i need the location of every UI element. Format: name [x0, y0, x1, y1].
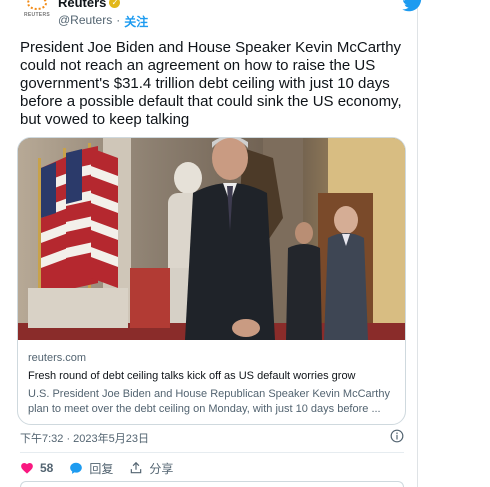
share-button[interactable]: 分享: [129, 460, 173, 477]
follow-button[interactable]: 关注: [124, 13, 148, 30]
bottom-panel-edge: [20, 481, 404, 487]
tweet-actions: 58 回复 分享: [20, 459, 189, 477]
tweet-header: REUTERS Reuters ✓ @Reuters · 关注: [20, 0, 422, 32]
link-preview-card[interactable]: reuters.com Fresh round of debt ceiling …: [17, 137, 406, 425]
tweet-timestamp[interactable]: 下午7:32 · 2023年5月23日: [20, 433, 149, 445]
link-description: U.S. President Joe Biden and House Repub…: [28, 388, 390, 415]
name-row: Reuters ✓: [58, 0, 121, 10]
handle-row: @Reuters · 关注: [58, 13, 148, 30]
info-icon[interactable]: [390, 429, 404, 443]
link-title[interactable]: Fresh round of debt ceiling talks kick o…: [28, 369, 398, 384]
share-icon: [131, 461, 142, 474]
embedded-tweet: REUTERS Reuters ✓ @Reuters · 关注 Presiden…: [0, 0, 422, 487]
verified-badge-icon: ✓: [109, 0, 121, 8]
reply-button[interactable]: 回复: [69, 460, 113, 477]
link-card-meta: reuters.com Fresh round of debt ceiling …: [28, 351, 398, 417]
link-domain: reuters.com: [28, 352, 87, 364]
share-label: 分享: [149, 461, 174, 476]
reply-bubble-icon: [70, 462, 83, 474]
user-handle[interactable]: @Reuters: [58, 13, 112, 30]
reply-label: 回复: [89, 461, 114, 476]
avatar-wordmark: REUTERS: [24, 12, 50, 18]
twitter-bird-icon[interactable]: [402, 0, 424, 12]
article-photo-illustration: [18, 138, 405, 340]
separator: ·: [116, 13, 121, 27]
like-count: 58: [40, 461, 54, 475]
article-photo[interactable]: [18, 138, 405, 340]
avatar[interactable]: REUTERS: [22, 0, 52, 24]
timestamp-row: 下午7:32 · 2023年5月23日: [20, 429, 404, 446]
tweet-text: President Joe Biden and House Speaker Ke…: [20, 39, 402, 128]
reuters-logo-icon: [27, 0, 47, 10]
display-name[interactable]: Reuters: [58, 0, 106, 10]
like-button[interactable]: 58: [20, 461, 53, 475]
divider: [20, 452, 404, 453]
heart-icon: [21, 463, 33, 474]
